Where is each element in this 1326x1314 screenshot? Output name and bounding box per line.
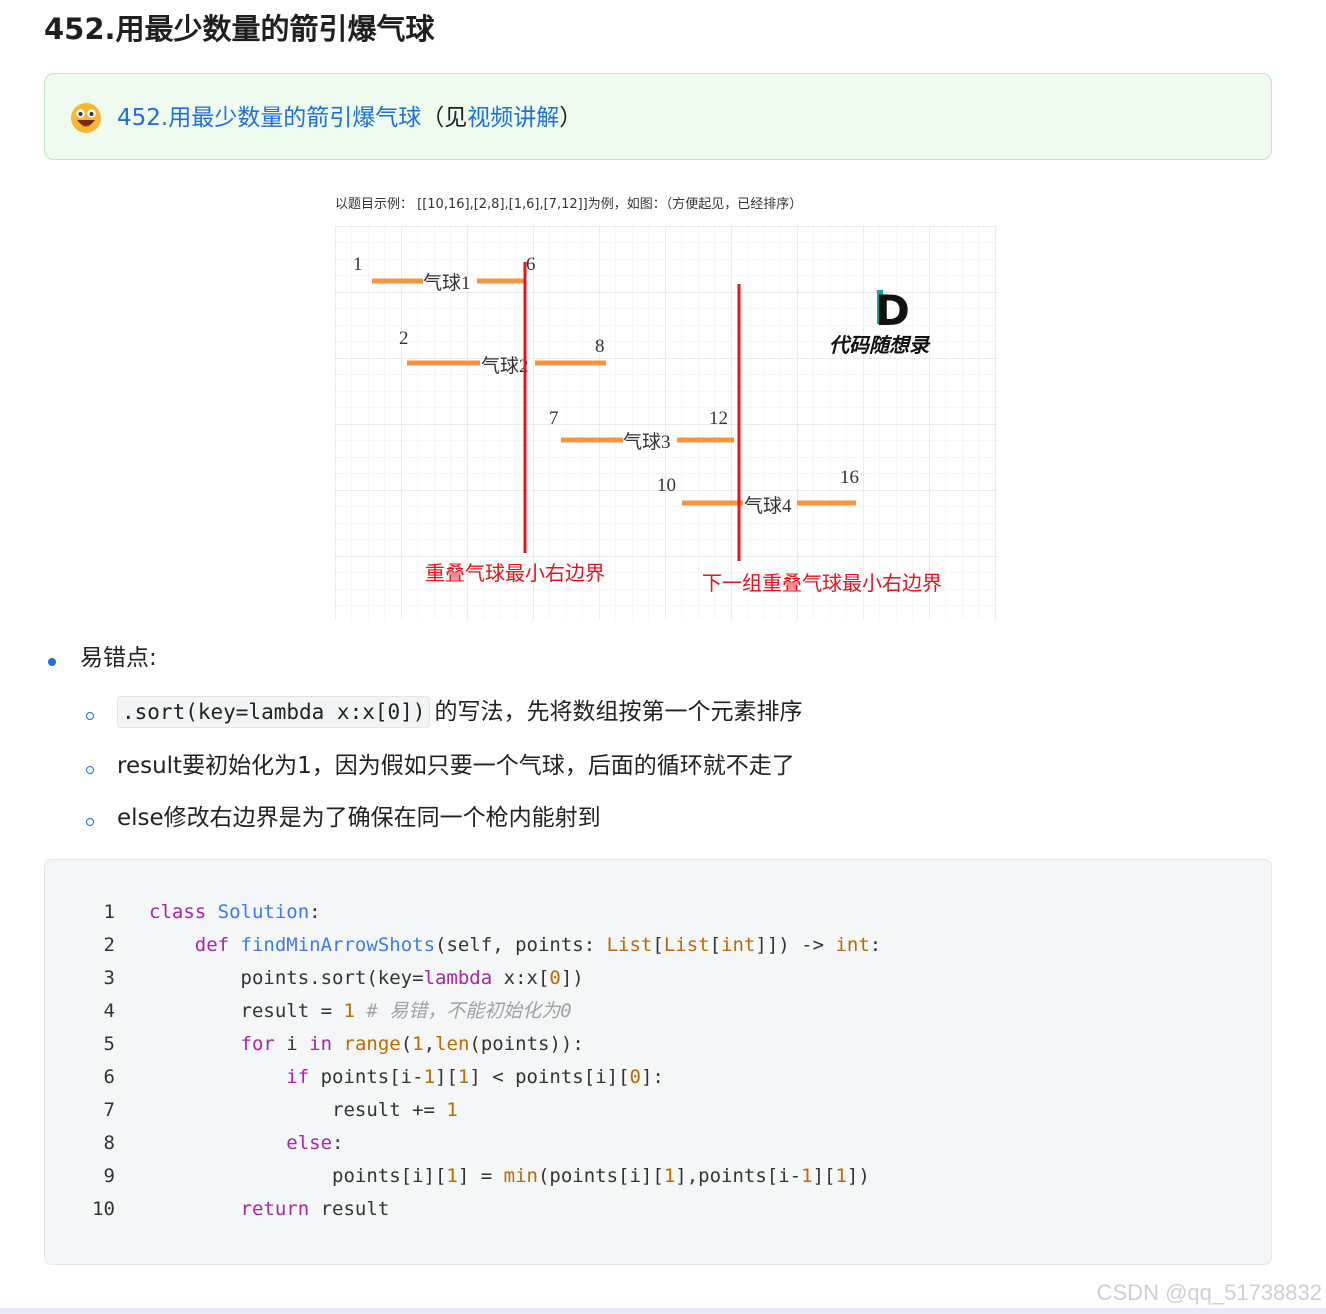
bullet-dot-icon: [48, 658, 56, 666]
balloon-4-label: 气球4: [744, 495, 792, 517]
balloon-4-end: 16: [840, 467, 859, 488]
code-line: 2 def findMinArrowShots(self, points: Li…: [45, 929, 1271, 962]
balloon-2-start: 2: [399, 328, 409, 349]
code-text: points.sort(key=lambda x:x[0]): [149, 967, 584, 989]
figure-caption: 以题目示例： [[10,16],[2,8],[1,6],[7,12]]为例，如图…: [335, 197, 803, 212]
page-title: 452.用最少数量的箭引爆气球: [44, 12, 435, 46]
balloon-3-end: 12: [709, 408, 728, 429]
code-text: class Solution:: [149, 901, 321, 923]
callout-text: 452.用最少数量的箭引爆气球（见视频讲解）: [117, 98, 582, 138]
code-text: result += 1: [149, 1099, 458, 1121]
code-line: 5 for i in range(1,len(points)):: [45, 1028, 1271, 1061]
arrow-line-1-label: 重叠气球最小右边界: [425, 562, 605, 585]
paren-close: ）: [559, 105, 583, 131]
list-item-text: result要初始化为1，因为假如只要一个气球，后面的循环就不走了: [117, 753, 795, 779]
csdn-watermark: CSDN @qq_51738832: [1096, 1280, 1322, 1305]
line-number: 2: [103, 934, 115, 956]
arrow-line-2-label: 下一组重叠气球最小右边界: [702, 572, 942, 595]
code-line: 3 points.sort(key=lambda x:x[0]): [45, 962, 1271, 995]
code-text: else:: [286, 1132, 344, 1154]
balloon-diagram-figure: 以题目示例： [[10,16],[2,8],[1,6],[7,12]]为例，如图…: [335, 190, 997, 620]
bottom-bar: [0, 1308, 1326, 1314]
line-number: 3: [103, 967, 115, 989]
line-number: 4: [103, 1000, 115, 1022]
code-line: 1 class Solution:: [45, 896, 1271, 929]
balloon-2-end: 8: [595, 336, 605, 357]
code-text: if points[i-1][1] < points[i][0]:: [286, 1066, 664, 1088]
line-number: 10: [92, 1198, 115, 1220]
code-line: 7 result += 1: [45, 1094, 1271, 1127]
balloon-3-start: 7: [549, 408, 559, 429]
code-line: 6 if points[i-1][1] < points[i][0]:: [45, 1061, 1271, 1094]
code-line: 8 else:: [45, 1127, 1271, 1160]
balloon-4-start: 10: [657, 475, 676, 496]
logo-text: 代码随想录: [829, 333, 931, 357]
inline-code: .sort(key=lambda x:x[0]): [117, 696, 431, 728]
code-text: points[i][1] = min(points[i][1],points[i…: [149, 1165, 870, 1187]
balloon-diagram: 气球1 1 6 气球2 2 8 气球3 7 12 气球4 10 16 重叠气球最…: [335, 226, 997, 620]
bullet-circle-icon: [86, 712, 94, 720]
code-line: 9 points[i][1] = min(points[i][1],points…: [45, 1160, 1271, 1193]
logo-letter: D: [875, 286, 910, 335]
bullet-heading-text: 易错点:: [80, 645, 157, 671]
list-item-text: else修改右边界是为了确保在同一个枪内能射到: [117, 805, 601, 831]
balloon-1-start: 1: [353, 254, 363, 275]
balloon-1-label: 气球1: [423, 272, 471, 294]
grinning-face-emoji-icon: [71, 103, 101, 133]
line-number: 6: [103, 1066, 115, 1088]
video-callout: 452.用最少数量的箭引爆气球（见视频讲解）: [44, 73, 1272, 160]
line-number: 7: [103, 1099, 115, 1121]
paren-open: （见: [421, 105, 468, 131]
line-number: 9: [103, 1165, 115, 1187]
code-text: return result: [240, 1198, 390, 1220]
problem-link[interactable]: 452.用最少数量的箭引爆气球: [117, 105, 421, 131]
line-number: 5: [103, 1033, 115, 1055]
code-text: for i in range(1,len(points)):: [240, 1033, 584, 1055]
code-text: def findMinArrowShots(self, points: List…: [194, 934, 882, 956]
list-item-text: 的写法，先将数组按第一个元素排序: [434, 699, 803, 725]
balloon-1-end: 6: [526, 254, 536, 275]
bullet-circle-icon: [86, 766, 94, 774]
line-number: 8: [103, 1132, 115, 1154]
balloon-3-label: 气球3: [623, 431, 671, 453]
bullet-circle-icon: [86, 818, 94, 826]
code-block[interactable]: 1 class Solution: 2 def findMinArrowShots(…: [44, 859, 1272, 1265]
video-explanation-link[interactable]: 视频讲解: [467, 105, 559, 131]
code-line: 10 return result: [45, 1193, 1271, 1226]
line-number: 1: [103, 901, 115, 923]
code-text: result = 1 # 易错，不能初始化为0: [149, 1000, 572, 1022]
balloon-2-label: 气球2: [481, 355, 529, 377]
code-line: 4 result = 1 # 易错，不能初始化为0: [45, 995, 1271, 1028]
